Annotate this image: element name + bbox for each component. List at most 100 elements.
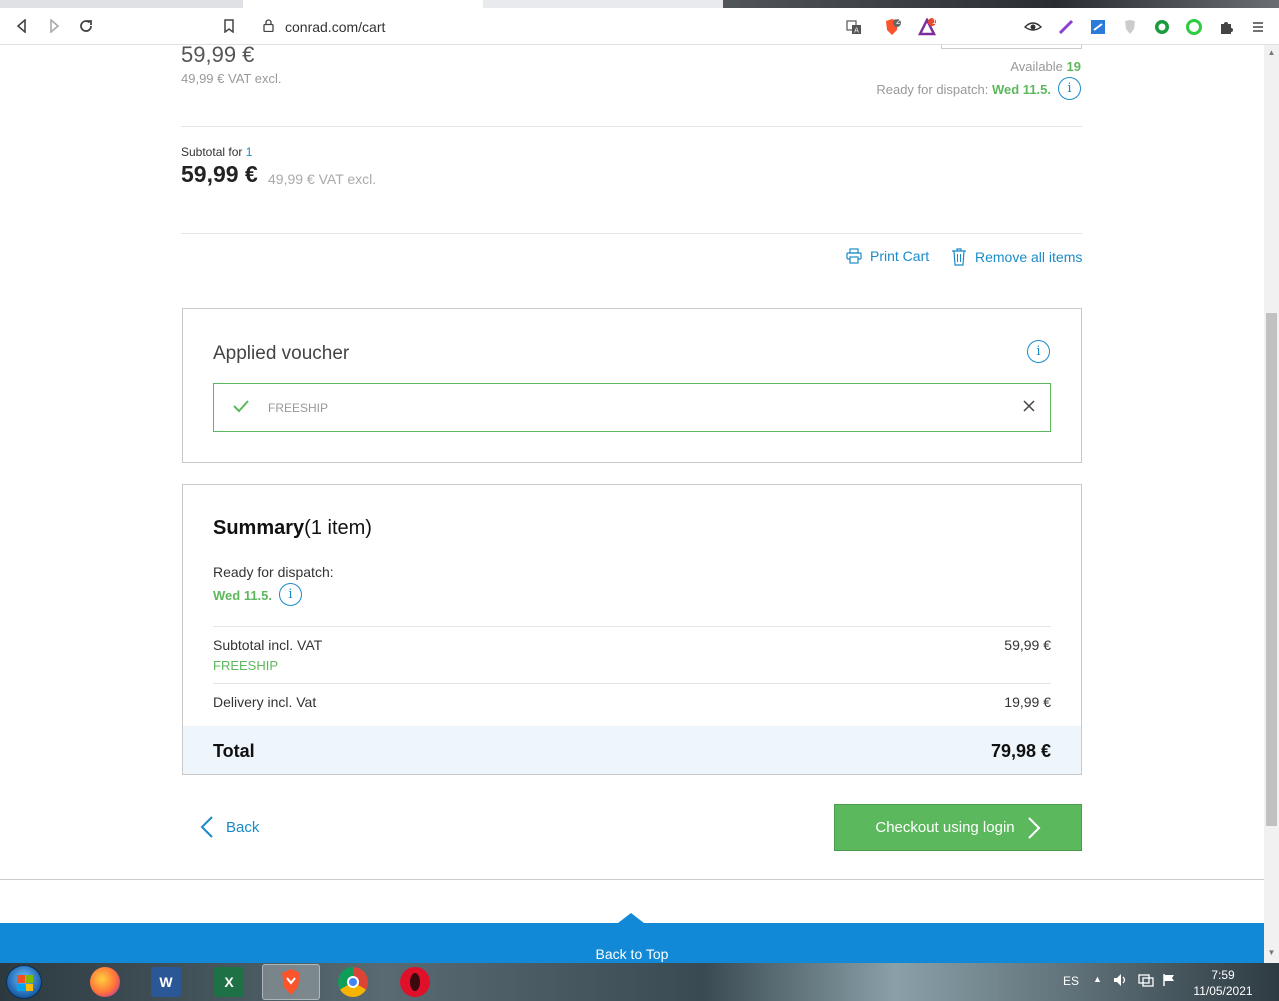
voucher-applied: FREESHIP	[213, 658, 279, 673]
chevron-left-icon	[200, 816, 213, 838]
excel-icon: X	[214, 967, 244, 997]
brave-badge: 2	[896, 17, 901, 26]
opera-taskbar-button[interactable]	[386, 964, 444, 1000]
print-cart-label: Print Cart	[870, 248, 930, 264]
checkout-label: Checkout using login	[875, 819, 1015, 836]
action-center-flag-icon[interactable]	[1162, 973, 1176, 990]
chrome-icon	[338, 967, 368, 997]
subtotal-label-prefix: Subtotal for	[181, 145, 246, 159]
info-icon[interactable]: i	[279, 583, 302, 606]
total-label: Total	[213, 741, 255, 761]
brave-taskbar-button[interactable]	[262, 964, 320, 1000]
opera-icon	[400, 967, 430, 997]
svg-text:A: A	[854, 27, 859, 35]
voucher-code: FREESHIP	[268, 401, 329, 415]
shield-extension-icon[interactable]	[1120, 17, 1140, 37]
item-dispatch: Ready for dispatch: Wed 11.5.	[876, 82, 1051, 97]
puzzle-extensions-icon[interactable]	[1216, 17, 1236, 37]
eye-extension-icon[interactable]	[1023, 17, 1043, 37]
tab-inactive-dark[interactable]	[723, 0, 1279, 8]
back-label: Back	[226, 818, 260, 836]
check-icon	[233, 400, 249, 413]
subtotal-incl-vat-value: 59,99 €	[1004, 637, 1051, 653]
forward-arrow-icon[interactable]	[43, 15, 65, 37]
dispatch-date: Wed 11.5.	[991, 82, 1051, 97]
total-value: 79,98 €	[990, 741, 1051, 761]
clock[interactable]: 7:59 11/05/2021	[1188, 967, 1258, 999]
summary-dispatch-date: Wed 11.5.	[213, 588, 273, 603]
available-count: 19	[1066, 59, 1081, 74]
bookmark-icon[interactable]	[218, 15, 240, 37]
reload-icon[interactable]	[75, 15, 97, 37]
voucher-card: Applied voucher i FREESHIP	[182, 308, 1082, 463]
printer-icon	[846, 248, 862, 264]
back-arrow-icon[interactable]	[11, 15, 33, 37]
subtotal-count: 1	[245, 145, 253, 159]
translate-icon[interactable]: A	[844, 17, 864, 37]
firefox-taskbar-button[interactable]	[76, 964, 134, 1000]
scroll-up-arrow[interactable]: ▲	[1267, 48, 1276, 57]
lock-icon	[263, 19, 274, 32]
remove-all-link[interactable]: Remove all items	[951, 248, 1082, 266]
alert-badge: 1	[932, 17, 937, 26]
brave-rewards-icon[interactable]: 1	[917, 17, 937, 37]
info-icon[interactable]: i	[1058, 77, 1081, 100]
tab-inactive[interactable]	[483, 0, 723, 8]
available-label: Available	[1010, 59, 1063, 74]
checkout-button[interactable]: Checkout using login	[834, 804, 1082, 851]
scrollbar[interactable]: ▲ ▼	[1264, 45, 1279, 963]
show-hidden-icons[interactable]: ▲	[1093, 974, 1102, 984]
page-content: 59,99 € 49,99 € VAT excl. Available 19 R…	[0, 45, 1264, 963]
word-icon: W	[151, 967, 181, 997]
item-price: 59,99 €	[181, 45, 255, 67]
feather-extension-icon[interactable]	[1056, 17, 1076, 37]
summary-title: Summary(1 item)	[213, 517, 372, 540]
clock-date: 11/05/2021	[1193, 984, 1253, 998]
summary-dispatch-label: Ready for dispatch:	[213, 564, 334, 580]
trash-icon	[952, 248, 966, 266]
scroll-down-arrow[interactable]: ▼	[1267, 948, 1276, 957]
network-icon[interactable]	[1138, 973, 1154, 990]
divider	[213, 683, 1051, 684]
language-indicator[interactable]: ES	[1063, 974, 1079, 988]
subtotal-vat-excl: 49,99 € VAT excl.	[268, 171, 377, 187]
divider	[0, 879, 1264, 880]
taskbar: W X ES ▲ 7:59 11/05/2021	[0, 963, 1279, 1001]
start-button[interactable]	[6, 965, 42, 999]
voucher-title: Applied voucher	[213, 343, 350, 364]
back-to-top-notch	[618, 913, 644, 923]
chrome-taskbar-button[interactable]	[324, 964, 382, 1000]
close-icon[interactable]	[1022, 399, 1036, 413]
delivery-label: Delivery incl. Vat	[213, 694, 317, 710]
tab-active[interactable]	[243, 0, 483, 8]
item-price-vat-excl: 49,99 € VAT excl.	[181, 71, 282, 86]
green-extension-icon[interactable]	[1152, 17, 1172, 37]
back-link[interactable]: Back	[200, 815, 259, 839]
brave-icon	[282, 969, 300, 995]
subtotal-incl-vat-label: Subtotal incl. VAT	[213, 637, 323, 653]
tab-strip	[0, 0, 1279, 8]
url-text: conrad.com/cart	[285, 19, 386, 35]
brave-shield-icon[interactable]: 2	[882, 17, 902, 37]
green-circle-extension-icon[interactable]	[1184, 17, 1204, 37]
excel-taskbar-button[interactable]: X	[200, 964, 258, 1000]
info-icon[interactable]: i	[1027, 340, 1050, 363]
summary-item-count: (1 item)	[304, 517, 372, 539]
firefox-icon	[90, 967, 120, 997]
scrollbar-thumb[interactable]	[1266, 313, 1277, 826]
voucher-field: FREESHIP	[213, 383, 1051, 432]
print-cart-link[interactable]: Print Cart	[846, 248, 929, 264]
volume-icon[interactable]	[1113, 973, 1129, 990]
remove-all-label: Remove all items	[975, 249, 1083, 265]
screenshot-extension-icon[interactable]	[1088, 17, 1108, 37]
summary-title-label: Summary	[213, 517, 305, 539]
footer: Back to Top	[0, 913, 1264, 963]
subtotal-value: 59,99 €	[181, 161, 258, 187]
address-bar[interactable]: conrad.com/cart	[250, 11, 870, 41]
quantity-field[interactable]	[941, 45, 1082, 49]
word-taskbar-button[interactable]: W	[137, 964, 195, 1000]
menu-icon[interactable]	[1248, 17, 1268, 37]
divider	[213, 626, 1051, 627]
back-to-top-link[interactable]: Back to Top	[0, 946, 1264, 962]
windows-logo-icon	[17, 975, 33, 991]
